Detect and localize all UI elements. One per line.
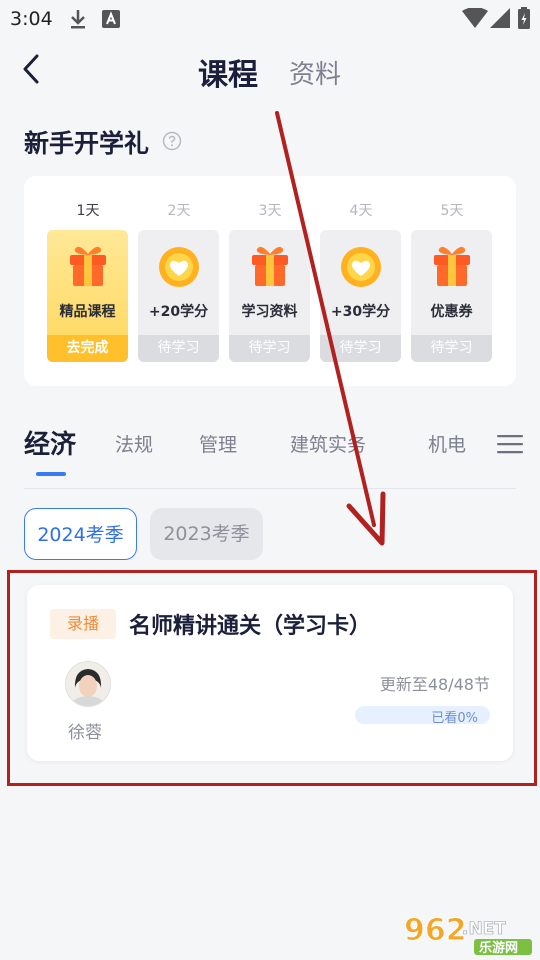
watermark-subtitle: 乐游网 (479, 940, 518, 956)
watermark-brand: 962 (404, 913, 467, 948)
watermark-logo: 962 .NET 乐游网 (404, 913, 532, 956)
watermark-suffix: .NET (462, 919, 506, 939)
annotation-arrow (275, 111, 386, 546)
